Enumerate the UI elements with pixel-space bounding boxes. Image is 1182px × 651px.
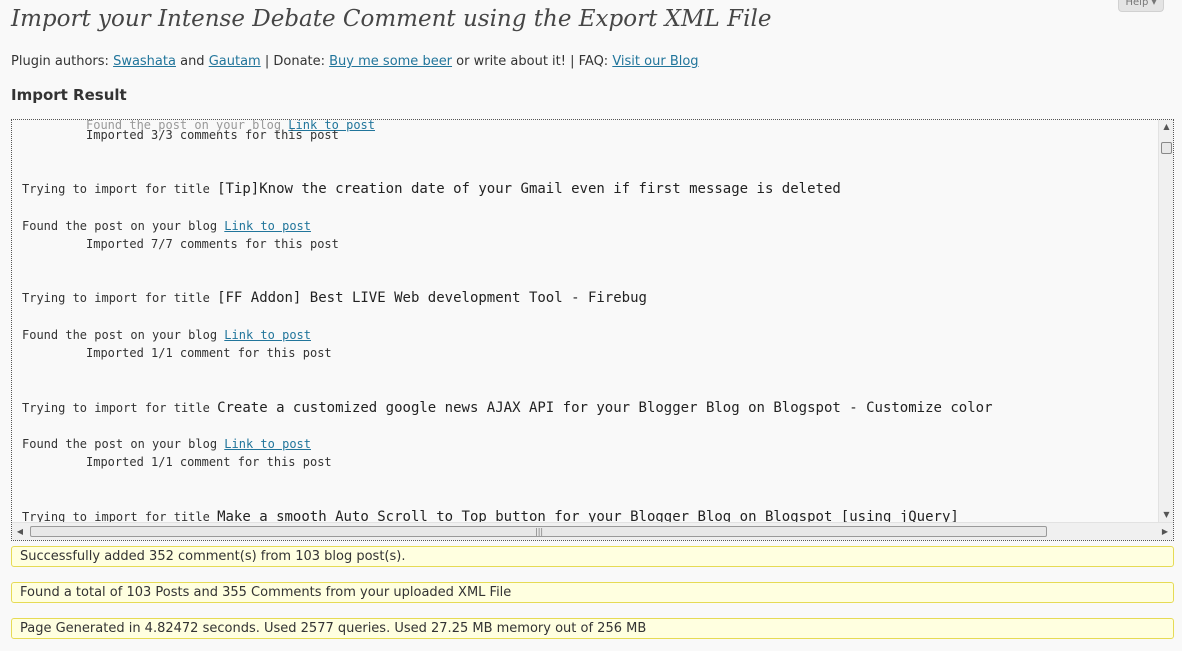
try-prefix: Trying to import for title (22, 291, 218, 305)
page-title: Import your Intense Debate Comment using… (11, 6, 772, 32)
arrow-right-icon[interactable]: ▶ (1157, 523, 1173, 540)
log-imported-line: Imported 1/1 comment for this post (86, 346, 332, 360)
donate-suffix: or write about it! | FAQ: (452, 54, 613, 69)
log-imported-line: Imported 7/7 comments for this post (86, 237, 339, 251)
log-try-line: Trying to import for title Make a smooth… (22, 509, 959, 522)
donate-prefix: | Donate: (260, 54, 330, 69)
credits-prefix: Plugin authors: (11, 54, 114, 69)
log-imported-line: Imported 3/3 comments for this post (86, 128, 339, 142)
log-content: Found the post on your blog Link to post… (22, 120, 1157, 522)
notice-stats: Page Generated in 4.82472 seconds. Used … (11, 618, 1174, 639)
log-try-line: Trying to import for title [Tip]Know the… (22, 181, 841, 197)
try-prefix: Trying to import for title (22, 510, 218, 522)
post-title: Make a smooth Auto Scroll to Top button … (217, 509, 959, 522)
log-found-line: Found the post on your blog Link to post (22, 219, 311, 233)
grip-icon: ||| (535, 527, 544, 536)
post-title: [FF Addon] Best LIVE Web development Too… (217, 290, 647, 306)
log-try-line: Trying to import for title [FF Addon] Be… (22, 290, 647, 306)
help-tab[interactable]: Help ▾ (1118, 0, 1164, 12)
notice-added: Successfully added 352 comment(s) from 1… (11, 546, 1174, 567)
found-prefix: Found the post on your blog (22, 437, 225, 451)
try-prefix: Trying to import for title (22, 401, 218, 415)
import-page: Help ▾ Import your Intense Debate Commen… (0, 0, 1182, 651)
try-prefix: Trying to import for title (22, 182, 218, 196)
notice-found: Found a total of 103 Posts and 355 Comme… (11, 582, 1174, 603)
log-try-line: Trying to import for title Create a cust… (22, 400, 993, 416)
log-found-line: Found the post on your blog Link to post (22, 328, 311, 342)
vertical-scroll-thumb[interactable] (1161, 142, 1172, 154)
author-link-gautam[interactable]: Gautam (209, 54, 261, 69)
credits-and: and (175, 54, 209, 69)
import-result-log[interactable]: Found the post on your blog Link to post… (11, 119, 1174, 541)
found-prefix: Found the post on your blog (22, 219, 225, 233)
author-link-swashata[interactable]: Swashata (113, 54, 176, 69)
arrow-left-icon[interactable]: ◀ (12, 523, 28, 540)
link-to-post[interactable]: Link to post (224, 219, 311, 233)
found-prefix: Found the post on your blog (22, 328, 225, 342)
faq-link[interactable]: Visit our Blog (612, 54, 698, 69)
plugin-credits: Plugin authors: Swashata and Gautam | Do… (11, 54, 699, 69)
link-to-post[interactable]: Link to post (224, 328, 311, 342)
log-found-line: Found the post on your blog Link to post (22, 437, 311, 451)
vertical-scrollbar[interactable]: ▲ ▼ (1158, 120, 1173, 522)
horizontal-scrollbar[interactable]: ◀ ||| ▶ (12, 522, 1173, 540)
horizontal-scroll-thumb[interactable]: ||| (30, 526, 1047, 537)
import-result-heading: Import Result (11, 86, 127, 104)
link-to-post[interactable]: Link to post (224, 437, 311, 451)
donate-link[interactable]: Buy me some beer (329, 54, 452, 69)
arrow-up-icon[interactable]: ▲ (1159, 120, 1173, 134)
arrow-down-icon[interactable]: ▼ (1159, 508, 1173, 522)
post-title: [Tip]Know the creation date of your Gmai… (217, 181, 841, 197)
post-title: Create a customized google news AJAX API… (217, 400, 993, 416)
log-imported-line: Imported 1/1 comment for this post (86, 455, 332, 469)
